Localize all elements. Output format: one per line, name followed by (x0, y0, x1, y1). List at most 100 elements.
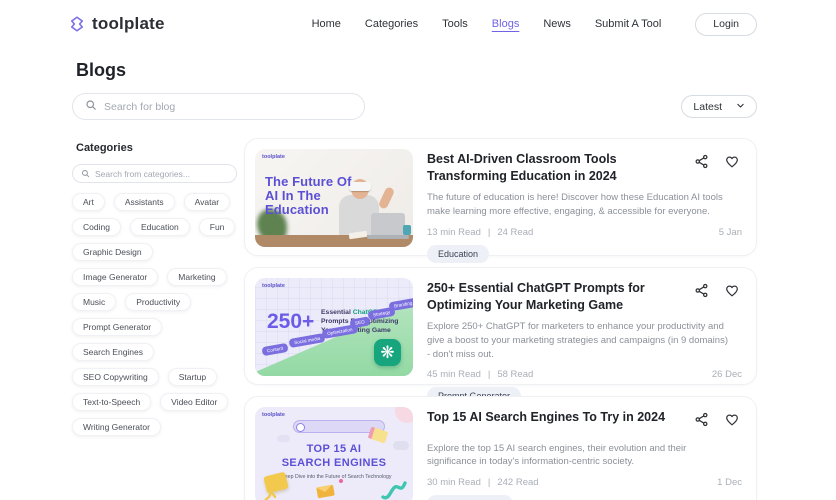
blog-thumbnail[interactable]: toolplate TOP 15 AI SEARCH ENGINES A Dee… (255, 407, 413, 500)
read-count: 242 Read (497, 477, 539, 489)
meta-divider: | (487, 226, 491, 238)
share-icon[interactable] (694, 154, 709, 169)
dot-decor (339, 479, 343, 483)
chatgpt-logo-icon: ❋ (374, 339, 401, 366)
categories-sidebar: Categories Art Assistants Avatar Coding … (72, 138, 240, 500)
chip-art[interactable]: Art (72, 193, 105, 211)
thumb-heading: The Future Of AI In The Education (265, 174, 352, 218)
blog-description: Explore 250+ ChatGPT for marketers to en… (427, 321, 728, 360)
search-icon (81, 165, 90, 183)
chip-fun[interactable]: Fun (198, 218, 236, 236)
chip-seo-copywriting[interactable]: SEO Copywriting (72, 368, 159, 386)
book-decor (367, 426, 389, 444)
cloud-decor (277, 435, 290, 442)
blog-card-search-engines[interactable]: toolplate TOP 15 AI SEARCH ENGINES A Dee… (244, 396, 757, 500)
laptop-illustration (367, 213, 409, 239)
chip-coding[interactable]: Coding (72, 218, 121, 236)
blog-description: The future of education is here! Discove… (427, 192, 723, 217)
header: toolplate Home Categories Tools Blogs Ne… (0, 0, 836, 48)
thumb-big-number: 250+ (267, 310, 315, 333)
thumb-title-line2: SEARCH ENGINES (281, 457, 387, 469)
chip-search-engines[interactable]: Search Engines (72, 343, 155, 361)
chip-video-editor[interactable]: Video Editor (160, 393, 229, 411)
blog-card-list: toolplate The Future Of AI In The Educat… (244, 138, 757, 500)
chevron-down-icon (736, 101, 745, 113)
publish-date: 1 Dec (717, 477, 742, 489)
chip-productivity[interactable]: Productivity (125, 293, 192, 311)
blog-card-chatgpt-prompts[interactable]: toolplate 250+ Essential ChatGPT Prompts… (244, 267, 757, 406)
meta-divider: | (487, 477, 491, 489)
heart-icon[interactable] (724, 154, 740, 169)
blog-thumbnail[interactable]: toolplate 250+ Essential ChatGPT Prompts… (255, 278, 413, 376)
card-actions (694, 283, 740, 298)
read-time: 13 min Read (427, 226, 481, 238)
heart-icon[interactable] (724, 412, 740, 427)
nav-blogs[interactable]: Blogs (492, 18, 520, 30)
sort-value: Latest (693, 100, 722, 113)
chip-education[interactable]: Education (129, 218, 190, 236)
toolbar: Latest (72, 93, 757, 120)
brand-logo[interactable]: toolplate (68, 14, 165, 34)
chip-prompt-generator[interactable]: Prompt Generator (72, 318, 163, 336)
blog-tag[interactable]: Search Engines (427, 495, 513, 500)
sort-dropdown[interactable]: Latest (681, 95, 757, 118)
main-nav: Home Categories Tools Blogs News Submit … (312, 12, 757, 36)
cloud-decor (393, 441, 409, 450)
slope-pill: Content (261, 342, 289, 357)
card-actions (694, 412, 740, 427)
categories-title: Categories (76, 142, 133, 154)
blog-search-input[interactable] (104, 100, 352, 113)
chip-music[interactable]: Music (72, 293, 117, 311)
login-button[interactable]: Login (695, 12, 757, 36)
share-icon[interactable] (694, 283, 709, 298)
categories-search-input[interactable] (95, 168, 228, 179)
blog-meta: 13 min Read | 24 Read 5 Jan (427, 227, 746, 238)
chip-marketing[interactable]: Marketing (167, 268, 227, 286)
content: Categories Art Assistants Avatar Coding … (72, 138, 757, 500)
thumb-watermark: toolplate (262, 154, 285, 160)
person-arm (377, 186, 396, 210)
blog-search[interactable] (72, 93, 365, 120)
publish-date: 26 Dec (711, 369, 742, 381)
brand-name: toolplate (92, 14, 165, 33)
nav-news[interactable]: News (543, 18, 571, 30)
blog-tag[interactable]: Education (427, 244, 490, 263)
thumb-watermark: toolplate (262, 283, 285, 289)
chip-image-generator[interactable]: Image Generator (72, 268, 159, 286)
toolplate-logo-icon (68, 15, 86, 33)
read-count: 24 Read (497, 226, 534, 238)
blog-meta: 45 min Read | 58 Read 26 Dec (427, 369, 746, 380)
share-icon[interactable] (694, 412, 709, 427)
nav-tools[interactable]: Tools (442, 18, 468, 30)
thumb-watermark: toolplate (262, 412, 285, 418)
mug-decor (403, 225, 411, 235)
heart-icon[interactable] (724, 283, 740, 298)
chip-text-to-speech[interactable]: Text-to-Speech (72, 393, 152, 411)
chip-graphic-design[interactable]: Graphic Design (72, 243, 153, 261)
chip-avatar[interactable]: Avatar (183, 193, 231, 211)
teal-squiggle-decor (381, 481, 407, 500)
category-chips: Art Assistants Avatar Coding Education F… (72, 193, 247, 436)
yellow-squiggle-decor (264, 491, 277, 500)
nav-categories[interactable]: Categories (365, 18, 418, 30)
chip-assistants[interactable]: Assistants (113, 193, 175, 211)
read-count: 58 Read (497, 369, 534, 381)
page-title: Blogs (76, 60, 127, 80)
blog-card-education[interactable]: toolplate The Future Of AI In The Educat… (244, 138, 757, 263)
read-time: 45 min Read (427, 369, 481, 381)
nav-home[interactable]: Home (312, 18, 341, 30)
blog-thumbnail[interactable]: toolplate The Future Of AI In The Educat… (255, 149, 413, 247)
meta-divider: | (487, 369, 491, 381)
chip-writing-generator[interactable]: Writing Generator (72, 418, 161, 436)
categories-search[interactable] (72, 164, 237, 183)
blog-description: Explore the top 15 AI search engines, th… (427, 442, 687, 468)
read-time: 30 min Read (427, 477, 481, 489)
blog-meta: 30 min Read | 242 Read 1 Dec (427, 477, 746, 488)
chip-startup[interactable]: Startup (167, 368, 218, 386)
circle-decor (395, 407, 413, 423)
nav-submit-a-tool[interactable]: Submit A Tool (595, 18, 661, 30)
thumb-title-line1: TOP 15 AI (306, 443, 362, 455)
publish-date: 5 Jan (718, 226, 742, 238)
envelope-decor (316, 484, 335, 499)
search-icon (85, 98, 97, 116)
